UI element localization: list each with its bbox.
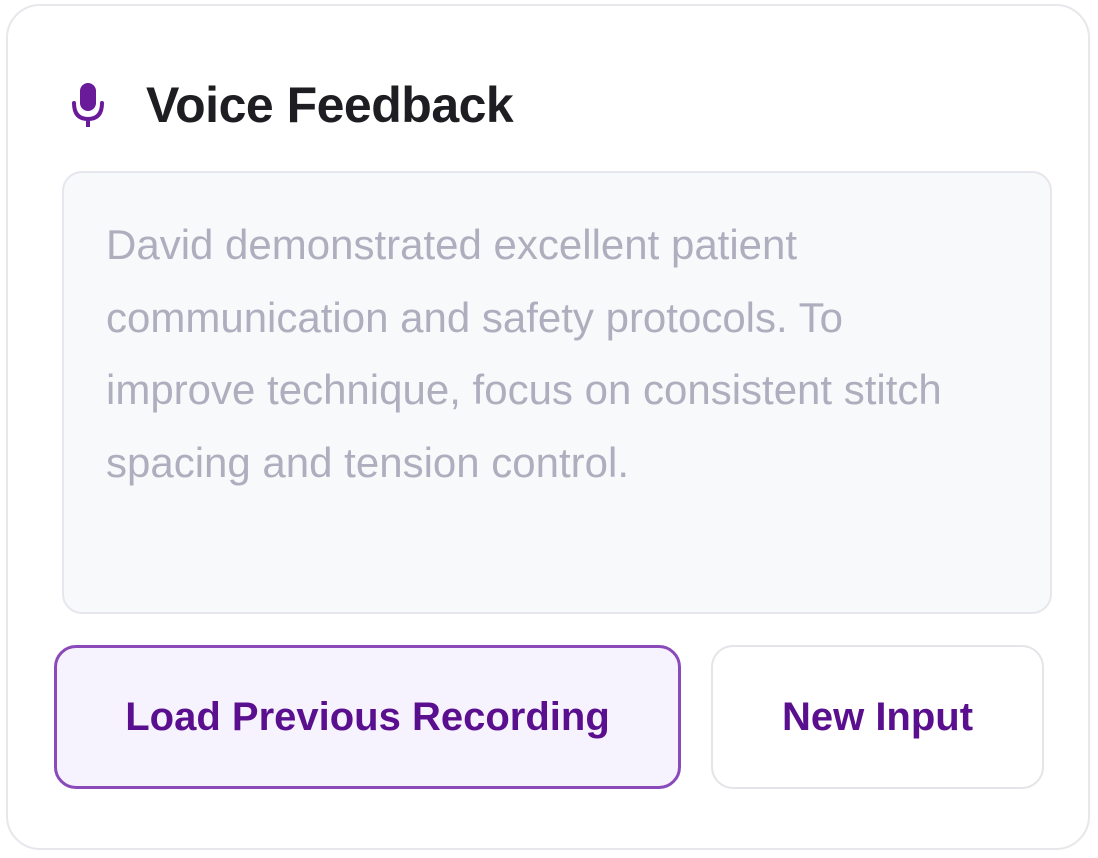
- feedback-text: David demonstrated excellent patient com…: [106, 221, 942, 486]
- card-header: Voice Feedback: [68, 72, 514, 138]
- load-previous-recording-button[interactable]: Load Previous Recording: [54, 645, 681, 789]
- feedback-textarea[interactable]: David demonstrated excellent patient com…: [62, 171, 1052, 614]
- new-input-button[interactable]: New Input: [711, 645, 1044, 789]
- microphone-icon: [68, 79, 108, 131]
- card-title: Voice Feedback: [146, 77, 514, 133]
